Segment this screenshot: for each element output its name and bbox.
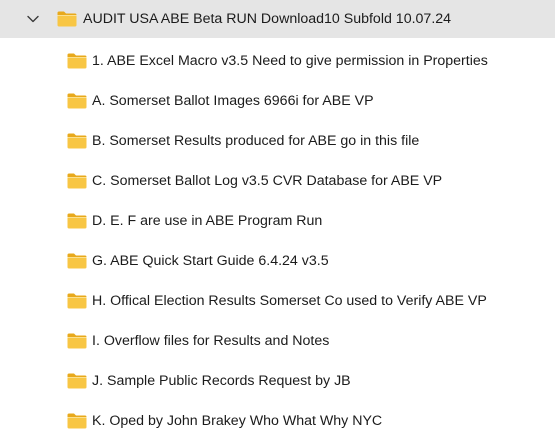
tree-item-label: I. Overflow files for Results and Notes <box>92 333 330 349</box>
tree-item-folder[interactable]: H. Offical Election Results Somerset Co … <box>0 281 555 319</box>
tree-item-label: K. Oped by John Brakey Who What Why NYC <box>92 413 383 429</box>
folder-icon <box>57 11 77 27</box>
tree-item-label: H. Offical Election Results Somerset Co … <box>92 293 487 309</box>
folder-icon <box>67 213 87 229</box>
tree-item-folder[interactable]: D. E. F are use in ABE Program Run <box>0 201 555 239</box>
tree-item-folder[interactable]: J. Sample Public Records Request by JB <box>0 361 555 399</box>
tree-item-label: J. Sample Public Records Request by JB <box>92 373 351 389</box>
folder-icon <box>67 373 87 389</box>
tree-item-folder[interactable]: 1. ABE Excel Macro v3.5 Need to give per… <box>0 41 555 79</box>
folder-icon <box>67 293 87 309</box>
folder-icon <box>67 93 87 109</box>
folder-icon <box>67 253 87 269</box>
folder-icon <box>67 173 87 189</box>
chevron-down-icon[interactable] <box>26 13 40 25</box>
tree-item-folder[interactable]: I. Overflow files for Results and Notes <box>0 321 555 359</box>
tree-item-folder[interactable]: K. Oped by John Brakey Who What Why NYC <box>0 401 555 439</box>
tree-item-label: 1. ABE Excel Macro v3.5 Need to give per… <box>92 53 488 69</box>
tree-item-label: G. ABE Quick Start Guide 6.4.24 v3.5 <box>92 253 329 269</box>
folder-icon <box>67 413 87 429</box>
tree-item-folder[interactable]: B. Somerset Results produced for ABE go … <box>0 121 555 159</box>
tree-item-label: AUDIT USA ABE Beta RUN Download10 Subfol… <box>83 11 452 27</box>
tree-item-label: D. E. F are use in ABE Program Run <box>92 213 323 229</box>
tree-item-label: B. Somerset Results produced for ABE go … <box>92 133 420 149</box>
folder-icon <box>67 133 87 149</box>
tree-item-parent-folder[interactable]: AUDIT USA ABE Beta RUN Download10 Subfol… <box>0 0 555 38</box>
tree-item-label: C. Somerset Ballot Log v3.5 CVR Database… <box>92 173 443 189</box>
folder-icon <box>67 333 87 349</box>
tree-item-label: A. Somerset Ballot Images 6966i for ABE … <box>92 93 374 109</box>
tree-item-folder[interactable]: C. Somerset Ballot Log v3.5 CVR Database… <box>0 161 555 199</box>
tree-item-folder[interactable]: A. Somerset Ballot Images 6966i for ABE … <box>0 81 555 119</box>
folder-icon <box>67 53 87 69</box>
tree-item-folder[interactable]: G. ABE Quick Start Guide 6.4.24 v3.5 <box>0 241 555 279</box>
